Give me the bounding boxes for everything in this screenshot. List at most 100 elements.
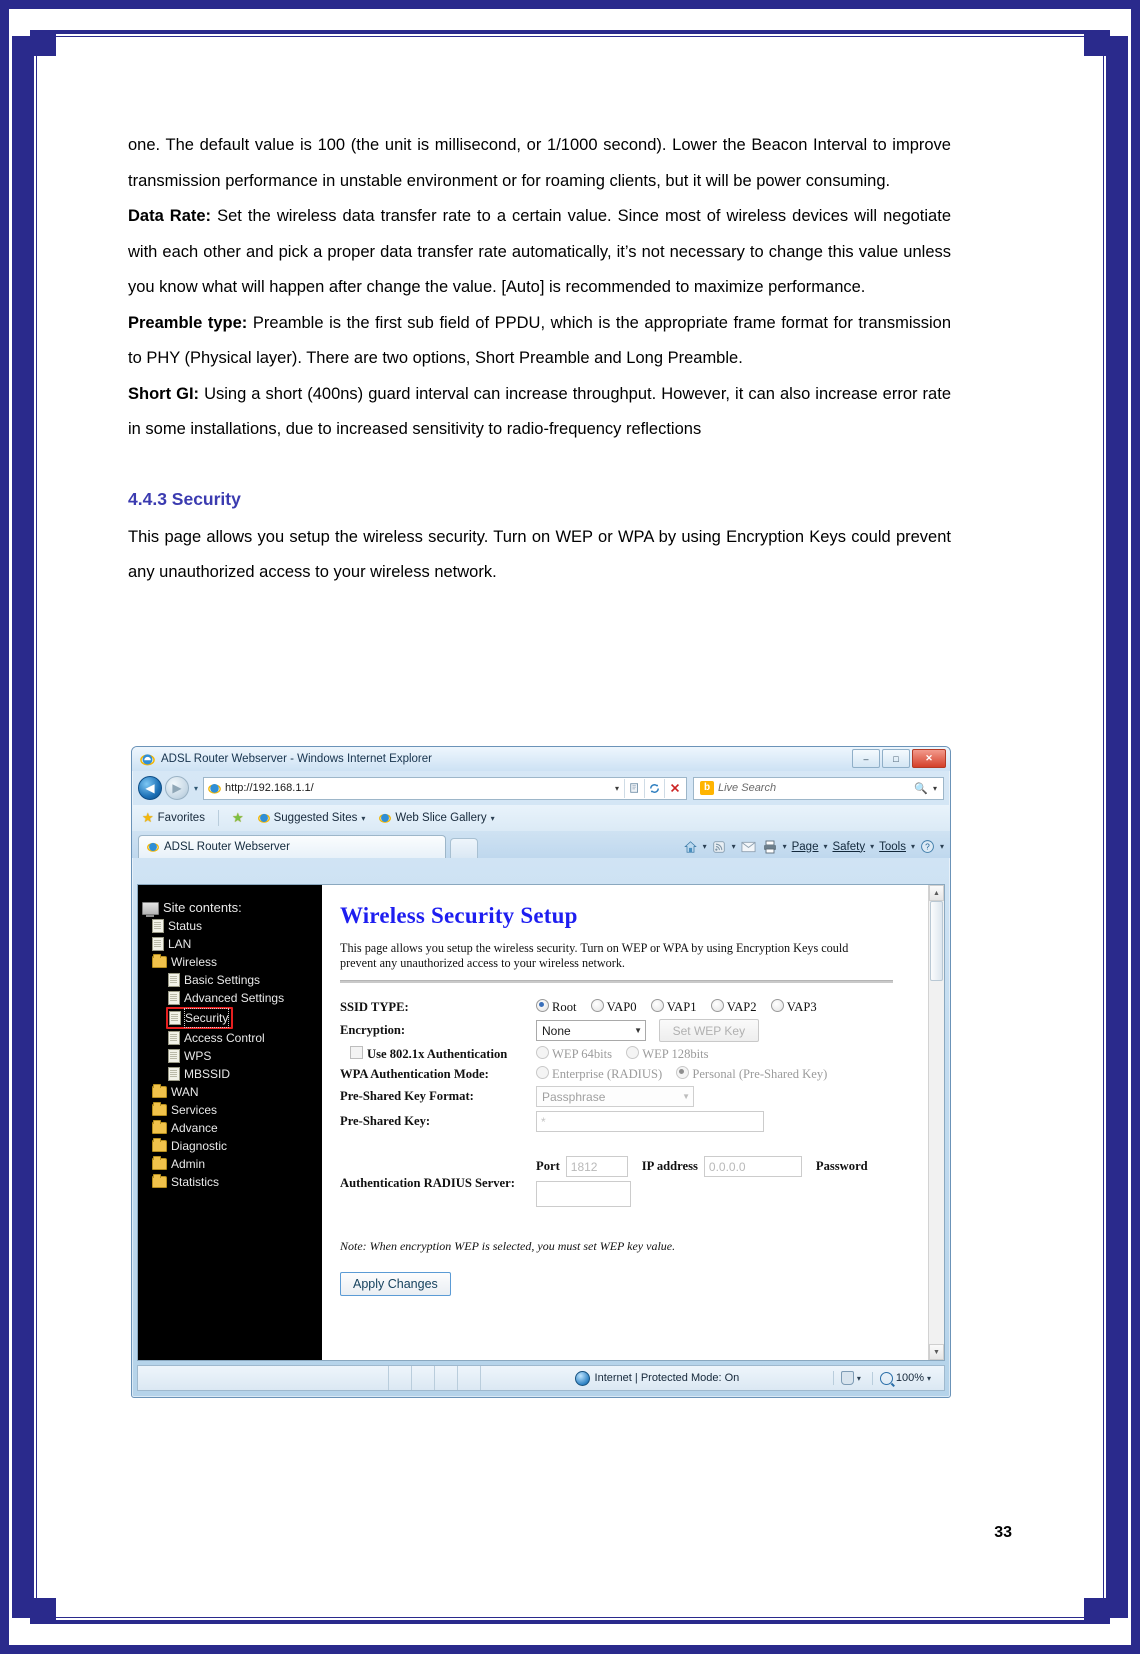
radius-password-input[interactable]: [536, 1181, 631, 1207]
address-dropdown-caret[interactable]: ▾: [610, 784, 624, 793]
apply-changes-button[interactable]: Apply Changes: [340, 1272, 451, 1296]
radio-icon[interactable]: [710, 999, 724, 1012]
tree-item-diagnostic[interactable]: Diagnostic: [142, 1137, 322, 1155]
wpa-auth-mode-label: WPA Authentication Mode:: [340, 1066, 489, 1081]
encryption-select[interactable]: None ▼: [536, 1020, 646, 1041]
set-wep-key-button[interactable]: Set WEP Key: [658, 1019, 760, 1042]
radio-ssid-vap3[interactable]: VAP3: [770, 999, 817, 1014]
tree-item-admin[interactable]: Admin: [142, 1155, 322, 1173]
scroll-down-button[interactable]: ▼: [929, 1344, 944, 1360]
stop-icon[interactable]: [664, 778, 684, 798]
suggested-sites-button[interactable]: Suggested Sites ▾: [254, 812, 370, 824]
radio-icon[interactable]: [536, 999, 549, 1012]
radio-icon[interactable]: [536, 1046, 549, 1059]
radio-icon[interactable]: [590, 999, 604, 1012]
help-icon[interactable]: ?: [918, 838, 937, 855]
tab-adsl-router-webserver[interactable]: ADSL Router Webserver: [138, 835, 446, 858]
chevron-down-icon[interactable]: ▾: [361, 814, 365, 823]
scroll-up-button[interactable]: ▲: [929, 885, 944, 901]
chevron-down-icon[interactable]: ▾: [491, 814, 495, 823]
dot1x-checkbox-cell[interactable]: Use 802.1x Authentication: [340, 1044, 536, 1064]
mail-icon[interactable]: [739, 838, 758, 855]
paragraph-lead-data-rate: Data Rate:: [128, 207, 212, 225]
radius-port-input[interactable]: 1812: [565, 1156, 628, 1177]
chevron-down-icon[interactable]: ▾: [911, 842, 915, 851]
chevron-down-icon[interactable]: ▾: [857, 1374, 861, 1383]
favorites-button[interactable]: ★ Favorites: [138, 810, 209, 826]
safety-menu[interactable]: Safety: [830, 841, 867, 853]
paragraph-text: Set the wireless data transfer rate to a…: [128, 207, 951, 296]
tree-item-wps[interactable]: WPS: [142, 1047, 322, 1065]
radio-wep-128bits[interactable]: WEP 128bits: [626, 1046, 709, 1061]
minimize-button[interactable]: –: [852, 749, 880, 768]
tree-item-wan[interactable]: WAN: [142, 1083, 322, 1101]
zoom-level-control[interactable]: 100% ▾: [871, 1371, 938, 1385]
radio-personal-psk[interactable]: Personal (Pre-Shared Key): [676, 1066, 827, 1081]
tree-item-wireless[interactable]: Wireless: [142, 953, 322, 971]
forward-button[interactable]: ▶: [165, 776, 189, 800]
tree-item-access-control[interactable]: Access Control: [142, 1029, 322, 1047]
chevron-down-icon[interactable]: ▾: [703, 842, 707, 851]
address-bar[interactable]: http://192.168.1.1/ ▾: [203, 776, 687, 800]
radio-wep-64bits[interactable]: WEP 64bits: [536, 1046, 612, 1061]
add-to-favorites-bar-icon[interactable]: ★: [228, 810, 248, 826]
status-bar-right: ▾ 100% ▾: [832, 1371, 944, 1385]
page-scrollbar[interactable]: ▲ ▼: [928, 885, 944, 1360]
home-icon[interactable]: [681, 838, 700, 855]
web-slice-gallery-button[interactable]: Web Slice Gallery ▾: [375, 812, 498, 824]
radio-icon[interactable]: [626, 1046, 640, 1059]
radio-ssid-root[interactable]: Root: [536, 999, 577, 1014]
chevron-down-icon[interactable]: ▾: [870, 842, 874, 851]
tree-item-mbssid[interactable]: MBSSID: [142, 1065, 322, 1083]
radio-enterprise-radius[interactable]: Enterprise (RADIUS): [536, 1066, 662, 1081]
chevron-down-icon[interactable]: ▾: [940, 842, 944, 851]
tree-item-advance[interactable]: Advance: [142, 1119, 322, 1137]
rss-icon[interactable]: [710, 838, 729, 855]
window-controls[interactable]: – □ ✕: [852, 749, 946, 768]
printer-icon[interactable]: [761, 838, 780, 855]
radio-icon[interactable]: [650, 999, 664, 1012]
new-tab-button[interactable]: [450, 838, 478, 858]
maximize-button[interactable]: □: [882, 749, 910, 768]
tree-item-lan[interactable]: LAN: [142, 935, 322, 953]
favorites-separator: [217, 810, 219, 826]
chevron-down-icon[interactable]: ▾: [732, 842, 736, 851]
radio-icon[interactable]: [536, 1066, 549, 1079]
back-button[interactable]: ◀: [138, 776, 162, 800]
compatibility-view-icon[interactable]: [624, 778, 644, 798]
address-bar-url[interactable]: http://192.168.1.1/: [225, 782, 610, 794]
protected-mode-indicator[interactable]: ▾: [832, 1371, 868, 1385]
security-zone-indicator[interactable]: Internet | Protected Mode: On: [481, 1370, 833, 1386]
psk-format-select[interactable]: Passphrase ▼: [536, 1086, 694, 1107]
radio-ssid-vap1[interactable]: VAP1: [650, 999, 697, 1014]
tree-item-statistics[interactable]: Statistics: [142, 1173, 322, 1191]
tree-item-basic-settings[interactable]: Basic Settings: [142, 971, 322, 989]
page-menu[interactable]: Page: [790, 841, 821, 853]
search-icon[interactable]: 🔍: [913, 782, 929, 795]
close-button[interactable]: ✕: [912, 749, 946, 768]
radio-icon[interactable]: [770, 999, 784, 1012]
search-box[interactable]: b Live Search 🔍 ▾: [693, 776, 944, 800]
recent-pages-caret[interactable]: ▾: [192, 784, 200, 793]
refresh-icon[interactable]: [644, 778, 664, 798]
psk-input[interactable]: *: [536, 1111, 764, 1132]
scrollbar-thumb[interactable]: [930, 901, 943, 981]
search-input-placeholder[interactable]: Live Search: [718, 782, 913, 794]
radio-ssid-vap0[interactable]: VAP0: [590, 999, 637, 1014]
chevron-down-icon[interactable]: ▾: [927, 1374, 931, 1383]
radio-ssid-vap2[interactable]: VAP2: [710, 999, 757, 1014]
radius-ip-input[interactable]: 0.0.0.0: [703, 1156, 802, 1177]
tree-item-services[interactable]: Services: [142, 1101, 322, 1119]
chevron-down-icon[interactable]: ▾: [783, 842, 787, 851]
tree-item-status[interactable]: Status: [142, 917, 322, 935]
radio-icon[interactable]: [676, 1066, 690, 1079]
tools-menu[interactable]: Tools: [877, 841, 908, 853]
chevron-down-icon[interactable]: ▼: [634, 1026, 642, 1035]
tree-item-security[interactable]: Security: [142, 1007, 322, 1029]
search-provider-caret[interactable]: ▾: [929, 784, 941, 793]
checkbox-icon[interactable]: [350, 1046, 363, 1059]
wireless-security-form-area: Wireless Security Setup This page allows…: [322, 885, 944, 1360]
tree-item-advanced-settings[interactable]: Advanced Settings: [142, 989, 322, 1007]
chevron-down-icon[interactable]: ▼: [682, 1092, 690, 1101]
chevron-down-icon[interactable]: ▾: [823, 842, 827, 851]
